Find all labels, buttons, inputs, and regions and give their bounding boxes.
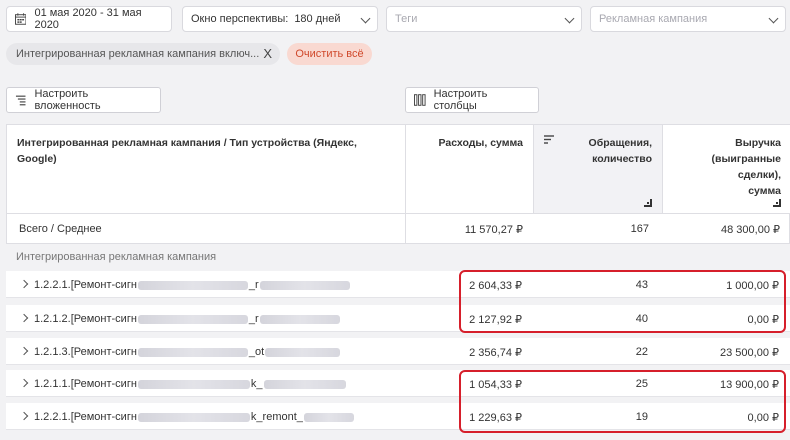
chevron-down-icon [564, 13, 575, 24]
table-row[interactable]: 1.2.1.3.[Ремонт-сигн _ot 2 356,74 ₽ 22 23… [6, 338, 790, 365]
chevron-right-icon[interactable] [19, 346, 29, 356]
date-range-picker[interactable]: 01 мая 2020 - 31 мая 2020 [6, 6, 172, 32]
nesting-label: Настроить вложенность [34, 88, 101, 112]
filter-chip-label: Интегрированная рекламная кампания включ… [16, 48, 260, 60]
table-header: Интегрированная рекламная кампания / Тип… [6, 124, 790, 214]
column-header-cost[interactable]: Расходы, сумма [405, 125, 533, 213]
resize-corner-icon[interactable] [644, 199, 652, 207]
resize-corner-icon[interactable] [773, 199, 781, 207]
sort-icon[interactable] [544, 135, 554, 144]
window-label: Окно перспективы: [191, 13, 289, 25]
row-name: 1.2.2.1.[Ремонт-сигн k_remont_ [34, 411, 355, 423]
report-table: Интегрированная рекламная кампания / Тип… [6, 124, 790, 214]
chevron-right-icon[interactable] [19, 313, 29, 323]
column-header-requests-label: Обращения, количество [588, 137, 652, 165]
window-value: 180 дней [294, 13, 341, 25]
group-label: Интегрированная рекламная кампания [16, 251, 217, 263]
chevron-right-icon[interactable] [19, 378, 29, 388]
tags-placeholder: Теги [395, 13, 418, 25]
calendar-icon [15, 13, 27, 25]
chevron-down-icon [360, 13, 371, 24]
columns-icon [414, 94, 426, 106]
column-header-requests[interactable]: Обращения, количество [533, 125, 662, 213]
row-name: 1.2.1.1.[Ремонт-сигн k_ [34, 378, 347, 390]
close-icon[interactable]: X [263, 46, 272, 61]
chevron-down-icon [768, 13, 779, 24]
chevron-right-icon[interactable] [19, 411, 29, 421]
total-requests: 167 [630, 223, 649, 235]
total-revenue: 48 300,00 ₽ [721, 224, 780, 236]
columns-button[interactable]: Настроить столбцы [405, 87, 539, 113]
row-revenue: 23 500,00 ₽ [720, 347, 779, 359]
window-select[interactable]: Окно перспективы: 180 дней [182, 6, 378, 32]
column-header-revenue[interactable]: Выручка (выигранные сделки), сумма [662, 125, 790, 213]
clear-all-button[interactable]: Очистить всё [287, 43, 372, 65]
total-row: Всего / Среднее 11 570,27 ₽ 167 48 300,0… [6, 214, 790, 244]
highlight-box [459, 270, 786, 333]
row-name: 1.2.2.1.[Ремонт-сигн _r [34, 279, 351, 291]
filter-chip: Интегрированная рекламная кампания включ… [6, 43, 280, 65]
row-requests: 22 [635, 346, 648, 358]
column-header-revenue-label: Выручка (выигранные сделки), сумма [711, 137, 782, 197]
row-name: 1.2.1.3.[Ремонт-сигн _ot [34, 346, 341, 358]
columns-label: Настроить столбцы [433, 88, 488, 112]
campaign-select[interactable]: Рекламная кампания [590, 6, 786, 32]
date-range-text: 01 мая 2020 - 31 мая 2020 [34, 7, 142, 31]
campaign-placeholder: Рекламная кампания [599, 13, 708, 25]
highlight-box [459, 370, 786, 433]
nesting-button[interactable]: Настроить вложенность [6, 87, 161, 113]
tags-select[interactable]: Теги [386, 6, 582, 32]
chevron-right-icon[interactable] [19, 279, 29, 289]
total-cost: 11 570,27 ₽ [464, 224, 523, 236]
total-label: Всего / Среднее [19, 223, 102, 235]
column-header-name[interactable]: Интегрированная рекламная кампания / Тип… [7, 125, 405, 213]
nesting-icon [15, 95, 26, 106]
row-cost: 2 356,74 ₽ [469, 347, 522, 359]
row-name: 1.2.1.2.[Ремонт-сигн _r [34, 313, 341, 325]
